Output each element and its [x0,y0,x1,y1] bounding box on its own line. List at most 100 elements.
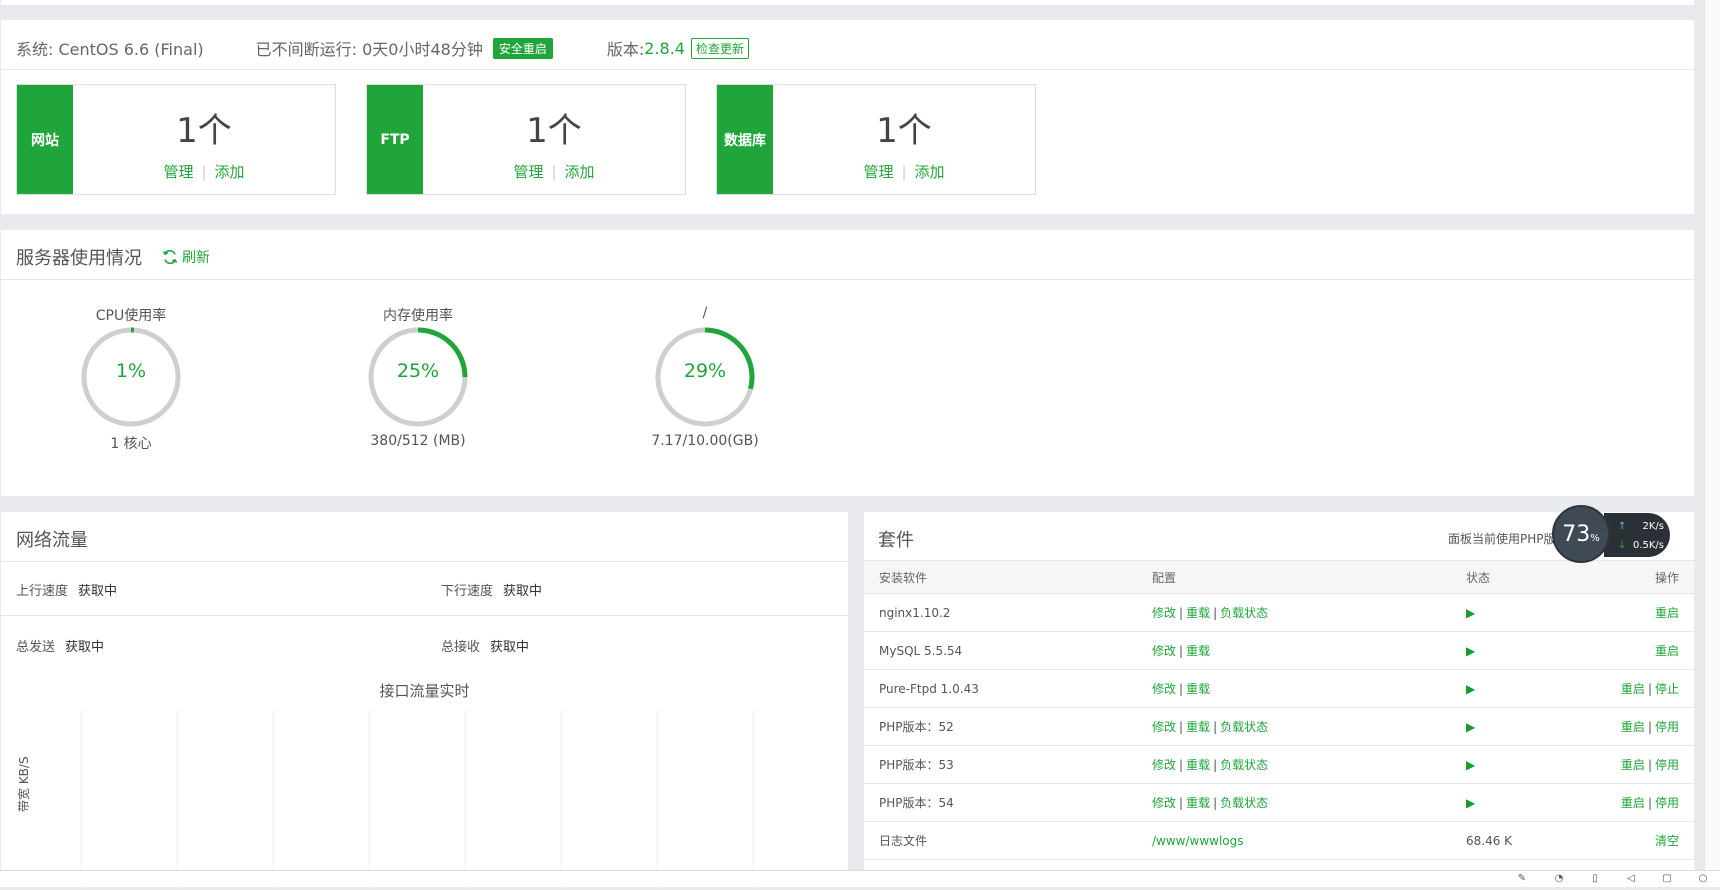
refresh-label: 刷新 [182,250,210,266]
op-links: 重启 [1571,593,1694,632]
divider [1,69,1694,70]
col-status: 状态 [1451,560,1571,594]
edit-link[interactable]: 修改 [1152,682,1176,696]
op-links: 重启 | 停用 [1571,783,1694,822]
restart-link[interactable]: 重启 [1621,682,1645,696]
website-manage-link[interactable]: 管理 [163,163,193,181]
total-received-label: 总接收 [441,640,481,655]
database-manage-link[interactable]: 管理 [863,163,893,181]
database-links: 管理 | 添加 [773,161,1035,182]
reload-link[interactable]: 重载 [1186,758,1210,772]
vertical-scrollbar[interactable] [1704,0,1720,870]
database-tag: 数据库 [717,85,773,194]
traffic-y-axis-label: 带宽 KB/S [17,756,31,812]
gauge-percent: 29% [683,360,727,382]
load-status-link[interactable]: 负载状态 [1220,720,1268,734]
gauge-title: CPU使用率 [95,308,167,324]
window-icon[interactable]: ▢ [1661,873,1673,885]
disk-gauge: / 29% 7.17/10.00(GB) [635,305,775,449]
memory-gauge: 内存使用率 25% 380/512 (MB) [348,305,488,449]
link-separator: | [901,163,907,181]
download-speed-value: 获取中 [503,584,543,599]
total-sent-label: 总发送 [16,640,56,655]
ftp-add-link[interactable]: 添加 [565,163,595,181]
system-status-line: 系统: CentOS 6.6 (Final) 已不间断运行: 0天0小时48分钟… [16,34,749,62]
gauge-percent: 1% [115,360,147,382]
table-row: PHP版本：53 修改 | 重载 | 负载状态 ▶ 重启 | 停用 [864,745,1694,784]
upload-speed: 上行速度 获取中 [16,580,117,599]
reload-link[interactable]: 重载 [1186,720,1210,734]
table-row: PHP版本：54 修改 | 重载 | 负载状态 ▶ 重启 | 停用 [864,783,1694,822]
version-number: 2.8.4 [644,38,685,58]
reload-link[interactable]: 重载 [1186,682,1210,696]
load-status-link[interactable]: 负载状态 [1220,606,1268,620]
config-links: 修改 | 重载 | 负载状态 [1137,783,1451,822]
status-cell: ▶ [1451,745,1571,784]
website-add-link[interactable]: 添加 [215,163,245,181]
status-cell: ▶ [1451,593,1571,632]
log-path-cell: /www/wwwlogs [1137,821,1451,860]
upload-speed-value: 获取中 [78,584,118,599]
ftp-card: FTP 1个 管理 | 添加 [366,84,686,195]
restart-link[interactable]: 重启 [1621,758,1645,772]
traffic-chart-grid [80,710,754,890]
memory-percent-circle[interactable]: 73% [1552,505,1610,563]
disable-link[interactable]: 停用 [1655,758,1679,772]
pen-icon[interactable]: ✎ [1516,873,1528,885]
software-name: Pure-Ftpd 1.0.43 [864,669,1137,708]
network-title: 网络流量 [16,530,88,551]
refresh-button[interactable]: 刷新 [162,247,210,267]
col-config: 配置 [1137,560,1451,594]
refresh-icon [162,249,178,265]
gauge-subtitle: 7.17/10.00(GB) [651,433,759,449]
database-add-link[interactable]: 添加 [915,163,945,181]
load-status-link[interactable]: 负载状态 [1220,758,1268,772]
reload-link[interactable]: 重载 [1186,606,1210,620]
total-sent-value: 获取中 [65,640,105,655]
total-received-value: 获取中 [490,640,530,655]
divider [1,615,848,616]
arrow-down-icon: ↓ [1618,540,1627,551]
download-rate-value: 0.5 [1632,540,1649,551]
disable-link[interactable]: 停用 [1655,796,1679,810]
load-status-link[interactable]: 负载状态 [1220,796,1268,810]
volume-icon[interactable]: ◁ [1625,873,1637,885]
edit-link[interactable]: 修改 [1152,720,1176,734]
ftp-count: 1个 [526,111,582,151]
op-links: 重启 [1571,631,1694,670]
software-name: MySQL 5.5.54 [864,631,1137,670]
col-operation: 操作 [1571,560,1694,594]
check-update-button[interactable]: 检查更新 [690,37,749,59]
restart-link[interactable]: 重启 [1621,720,1645,734]
safe-restart-button[interactable]: 安全重启 [492,37,553,59]
arrow-up-icon: ↑ [1618,521,1627,532]
ftp-manage-link[interactable]: 管理 [513,163,543,181]
col-software: 安装软件 [864,560,1137,594]
play-icon: ▶ [1466,681,1476,696]
website-count: 1个 [176,111,232,151]
edit-link[interactable]: 修改 [1152,644,1176,658]
battery-icon[interactable]: ▯ [1589,873,1601,885]
log-path-link[interactable]: /www/wwwlogs [1152,834,1244,848]
edit-link[interactable]: 修改 [1152,796,1176,810]
speed-widget[interactable]: ↑ 2K/s ↓ 0.5K/s 73% [1552,505,1672,565]
network-icon[interactable]: ◔ [1553,873,1565,885]
edit-link[interactable]: 修改 [1152,758,1176,772]
software-name: nginx1.10.2 [864,593,1137,632]
version-info: 版本: 2.8.4 检查更新 [607,36,749,60]
reload-link[interactable]: 重载 [1186,796,1210,810]
uptime-text: 已不间断运行: 0天0小时48分钟 [255,40,483,59]
stop-link[interactable]: 停止 [1655,682,1679,696]
disable-link[interactable]: 停用 [1655,720,1679,734]
restart-link[interactable]: 重启 [1655,606,1679,620]
clear-log-link[interactable]: 清空 [1655,834,1679,848]
edit-link[interactable]: 修改 [1152,606,1176,620]
status-cell: ▶ [1451,783,1571,822]
reload-link[interactable]: 重载 [1186,644,1210,658]
table-header-row: 安装软件 配置 状态 操作 [864,560,1694,594]
restart-link[interactable]: 重启 [1621,796,1645,810]
restart-link[interactable]: 重启 [1655,644,1679,658]
notification-icon[interactable]: ○ [1697,873,1709,885]
log-size: 68.46 K [1451,821,1571,860]
software-name: PHP版本：53 [864,745,1137,784]
